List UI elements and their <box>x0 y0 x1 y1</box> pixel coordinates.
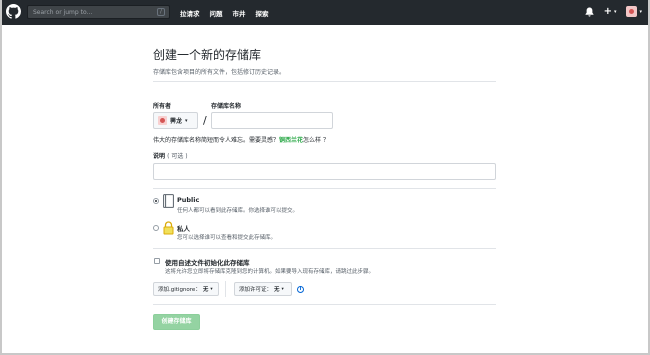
description-label-text: 说明 <box>153 153 166 160</box>
private-radio[interactable] <box>153 225 159 231</box>
page-subtitle: 存储库包含项目的所有文件，包括修订历史记录。 <box>153 69 286 76</box>
description-input[interactable] <box>153 163 496 180</box>
init-readme-desc: 这将允许您立即将存储库克隆到您的计算机。如果要导入现有存储库，请跳过此步骤。 <box>165 269 375 275</box>
license-label: 添加许可证： <box>239 287 273 293</box>
divider <box>153 248 496 249</box>
bell-icon[interactable] <box>585 7 594 17</box>
info-icon[interactable]: i <box>297 286 304 293</box>
create-repository-button[interactable]: 创建存储库 <box>153 314 200 330</box>
top-header: Search or jump to... / 拉请求 问题 市井 探索 + ▾ … <box>0 0 650 25</box>
gitignore-value: 无 <box>202 287 209 293</box>
owner-value: 霁龙 <box>170 118 183 125</box>
header-actions: + ▾ ▾ <box>585 6 642 17</box>
search-input[interactable]: Search or jump to... / <box>27 5 170 19</box>
chevron-down-icon: ▾ <box>185 117 188 124</box>
search-placeholder: Search or jump to... <box>33 9 93 16</box>
gitignore-select[interactable]: 添加.gitignore： 无 ▾ <box>153 282 219 296</box>
license-value: 无 <box>274 287 280 293</box>
private-desc: 您可以选择谁可以查看和提交此存储库。 <box>177 235 277 241</box>
lock-icon <box>163 221 174 235</box>
page-header: 创建一个新的存储库 存储库包含项目的所有文件，包括修订历史记录。 <box>153 46 496 76</box>
repo-public-icon <box>163 194 174 208</box>
owner-label: 所有者 <box>153 103 172 110</box>
owner-avatar <box>158 116 167 125</box>
license-select[interactable]: 添加许可证： 无 ▾ <box>234 282 292 296</box>
owner-select[interactable]: 霁龙 ▾ <box>153 112 198 129</box>
search-shortcut-key: / <box>157 8 165 16</box>
divider <box>153 81 496 82</box>
description-optional: ( 可选 ) <box>167 153 188 160</box>
chevron-down-icon: ▾ <box>613 8 617 15</box>
divider <box>153 188 496 189</box>
chevron-down-icon: ▾ <box>281 286 284 292</box>
nav-marketplace[interactable]: 市井 <box>233 8 246 18</box>
hint-text: 伟大的存储库名称简短而令人难忘。需要灵感？ <box>153 137 280 144</box>
public-radio[interactable] <box>153 198 159 204</box>
nav-pull-requests[interactable]: 拉请求 <box>180 8 200 18</box>
repo-name-hint: 伟大的存储库名称简短而令人难忘。需要灵感？铜西兰花怎么样 ？ <box>153 135 329 144</box>
plus-icon: + <box>603 5 612 17</box>
page-title: 创建一个新的存储库 <box>153 48 262 62</box>
public-desc: 任何人都可以看到此存储库。你选择谁可以提交。 <box>177 208 299 214</box>
nav-explore[interactable]: 探索 <box>256 8 269 18</box>
name-suggestion-link[interactable]: 铜西兰花 <box>279 137 303 144</box>
top-nav: 拉请求 问题 市井 探索 <box>180 8 269 18</box>
avatar <box>626 6 638 17</box>
repo-name-input[interactable] <box>211 112 333 129</box>
divider <box>153 304 496 305</box>
chevron-down-icon: ▾ <box>639 8 642 15</box>
nav-issues[interactable]: 问题 <box>210 8 223 18</box>
user-menu-button[interactable]: ▾ <box>626 6 642 17</box>
owner-repo-separator: / <box>203 114 207 127</box>
gitignore-label: 添加.gitignore： <box>158 287 201 293</box>
init-readme-checkbox[interactable] <box>154 258 160 264</box>
new-menu-button[interactable]: + ▾ <box>603 5 617 17</box>
public-title: Public <box>177 196 200 204</box>
private-title: 私人 <box>177 225 190 233</box>
vertical-divider <box>225 281 226 297</box>
repo-name-label: 存储库名称 <box>211 103 242 110</box>
chevron-down-icon: ▾ <box>210 286 213 292</box>
github-logo-icon[interactable] <box>6 4 21 19</box>
hint-suffix: 怎么样 ？ <box>303 137 329 144</box>
description-label: 说明 ( 可选 ) <box>153 151 188 160</box>
init-readme-title: 使用自述文件初始化此存储库 <box>165 259 250 267</box>
